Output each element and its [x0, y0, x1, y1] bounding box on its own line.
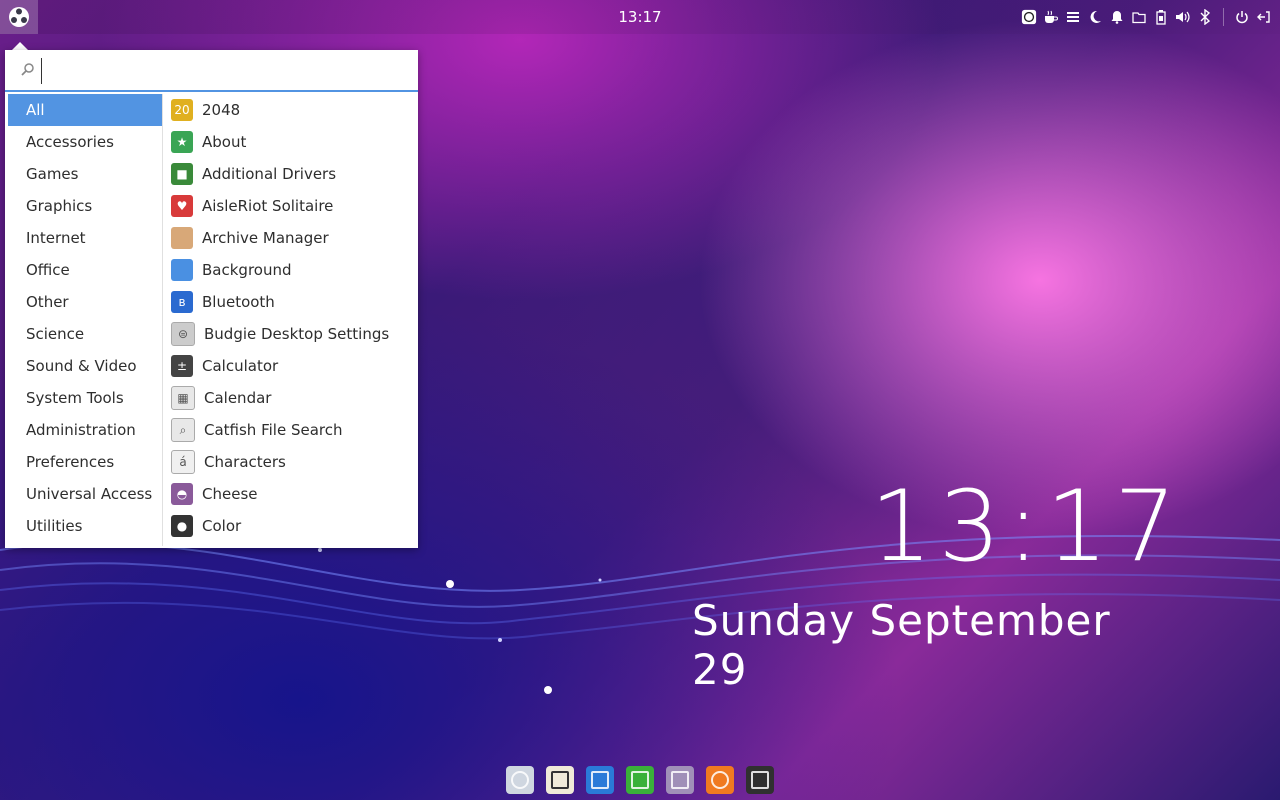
category-system-tools[interactable]: System Tools: [8, 382, 162, 414]
app-item[interactable]: Archive Manager: [165, 222, 418, 254]
category-administration[interactable]: Administration: [8, 414, 162, 446]
color-wheel-icon: ●: [171, 515, 193, 537]
category-games[interactable]: Games: [8, 158, 162, 190]
category-internet[interactable]: Internet: [8, 222, 162, 254]
app-label: Budgie Desktop Settings: [204, 325, 390, 343]
bluetooth-icon: ʙ: [171, 291, 193, 313]
dock-firefox[interactable]: [706, 766, 734, 794]
app-label: Color: [202, 517, 242, 535]
app-label: Additional Drivers: [202, 165, 337, 183]
archive-box-icon: [171, 227, 193, 249]
magnifier-icon: ⌕: [171, 418, 195, 442]
app-item[interactable]: ◓ Cheese: [165, 478, 418, 510]
document-icon: [591, 771, 609, 789]
category-preferences[interactable]: Preferences: [8, 446, 162, 478]
about-star-icon: ★: [171, 131, 193, 153]
dock-music[interactable]: [546, 766, 574, 794]
search-icon: [21, 63, 34, 76]
volume-icon[interactable]: [1175, 9, 1191, 25]
globe-grid-icon: [511, 771, 529, 789]
spreadsheet-icon: [631, 771, 649, 789]
notifications-icon[interactable]: [1109, 9, 1125, 25]
desktop-clock-date: Sunday September 29: [692, 596, 1111, 694]
dock: [500, 760, 780, 800]
2048-icon: 20: [171, 99, 193, 121]
bluetooth-icon[interactable]: [1197, 9, 1213, 25]
category-all[interactable]: All: [8, 94, 162, 126]
app-item[interactable]: Background: [165, 254, 418, 286]
battery-icon[interactable]: [1153, 9, 1169, 25]
app-item[interactable]: ♥ AisleRiot Solitaire: [165, 190, 418, 222]
app-label: AisleRiot Solitaire: [202, 197, 334, 215]
heart-card-icon: ♥: [171, 195, 193, 217]
app-item[interactable]: 20 2048: [165, 94, 418, 126]
category-other[interactable]: Other: [8, 286, 162, 318]
desktop-clock-time: 13:17: [870, 470, 1183, 584]
power-icon[interactable]: [1234, 9, 1250, 25]
terminal-icon: [751, 771, 769, 789]
cheese-icon: ◓: [171, 483, 193, 505]
category-list: All Accessories Games Graphics Internet Offic…: [8, 94, 163, 546]
app-item[interactable]: ʙ Bluetooth: [165, 286, 418, 318]
chip-icon: ■: [171, 163, 193, 185]
firefox-icon: [711, 771, 729, 789]
music-note-icon: [551, 771, 569, 789]
category-sound-video[interactable]: Sound & Video: [8, 350, 162, 382]
files-icon[interactable]: [1131, 9, 1147, 25]
logout-icon[interactable]: [1256, 9, 1272, 25]
category-science[interactable]: Science: [8, 318, 162, 350]
tray-separator: [1223, 8, 1224, 26]
background-icon: [171, 259, 193, 281]
settings-toggle-icon: ⊜: [171, 322, 195, 346]
dock-files[interactable]: [666, 766, 694, 794]
category-graphics[interactable]: Graphics: [8, 190, 162, 222]
search-input[interactable]: [41, 58, 408, 84]
app-label: 2048: [202, 101, 241, 119]
app-list: 20 2048 ★ About ■ Additional Drivers ♥ AisleRio…: [165, 94, 418, 546]
folder-icon: [671, 771, 689, 789]
dock-writer[interactable]: [586, 766, 614, 794]
app-item[interactable]: ⌕ Catfish File Search: [165, 414, 418, 446]
app-label: Bluetooth: [202, 293, 275, 311]
app-item[interactable]: ● Color: [165, 510, 418, 542]
dock-terminal[interactable]: [746, 766, 774, 794]
dock-web-browser[interactable]: [506, 766, 534, 794]
app-item[interactable]: ▦ Calendar: [165, 382, 418, 414]
app-item[interactable]: ± Calculator: [165, 350, 418, 382]
app-item[interactable]: ■ Additional Drivers: [165, 158, 418, 190]
app-item[interactable]: á Characters: [165, 446, 418, 478]
caffeine-icon[interactable]: [1021, 9, 1037, 25]
calculator-icon: ±: [171, 355, 193, 377]
app-label: Calendar: [204, 389, 272, 407]
night-light-icon[interactable]: [1087, 9, 1103, 25]
top-panel: 13:17: [0, 0, 1280, 34]
app-label: About: [202, 133, 247, 151]
calendar-icon: ▦: [171, 386, 195, 410]
menu-pointer: [12, 42, 28, 50]
menu-search-bar: [5, 50, 418, 92]
application-menu: All Accessories Games Graphics Internet Offic…: [5, 50, 418, 548]
app-item[interactable]: ⊜ Budgie Desktop Settings: [165, 318, 418, 350]
app-label: Characters: [204, 453, 286, 471]
dock-spreadsheet[interactable]: [626, 766, 654, 794]
app-label: Calculator: [202, 357, 279, 375]
category-office[interactable]: Office: [8, 254, 162, 286]
raven-menu-icon[interactable]: [1065, 9, 1081, 25]
app-item[interactable]: ★ About: [165, 126, 418, 158]
category-accessories[interactable]: Accessories: [8, 126, 162, 158]
category-universal-access[interactable]: Universal Access: [8, 478, 162, 510]
app-label: Cheese: [202, 485, 258, 503]
system-tray: [1021, 7, 1272, 27]
app-label: Background: [202, 261, 292, 279]
coffee-icon[interactable]: [1043, 9, 1059, 25]
characters-icon: á: [171, 450, 195, 474]
category-utilities[interactable]: Utilities: [8, 510, 162, 542]
app-label: Catfish File Search: [204, 421, 343, 439]
app-label: Archive Manager: [202, 229, 329, 247]
